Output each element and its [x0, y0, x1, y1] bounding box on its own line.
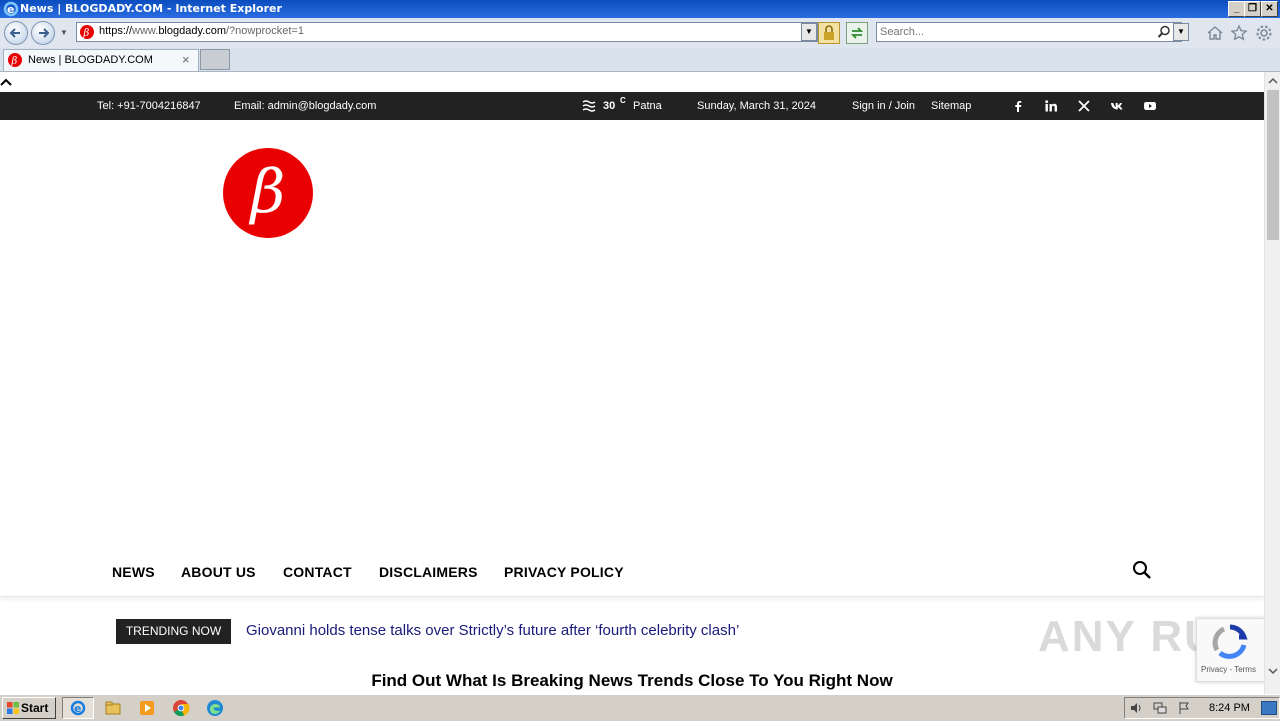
- start-button[interactable]: Start: [2, 697, 56, 719]
- tab-blogdady[interactable]: β News | BLOGDADY.COM ×: [3, 49, 199, 71]
- tab-title: News | BLOGDADY.COM: [28, 54, 153, 66]
- action-center-flag-icon[interactable]: [1177, 701, 1191, 715]
- weather-temperature: 30: [603, 100, 616, 112]
- close-button[interactable]: ✕: [1261, 1, 1278, 17]
- facebook-icon[interactable]: [1011, 99, 1025, 113]
- vk-icon[interactable]: [1110, 99, 1124, 113]
- youtube-icon[interactable]: [1143, 99, 1157, 113]
- new-tab-button[interactable]: [200, 49, 230, 70]
- current-date: Sunday, March 31, 2024: [697, 100, 817, 112]
- menu-contact[interactable]: CONTACT: [283, 564, 352, 580]
- url-path: /?nowprocket=1: [225, 25, 304, 37]
- vertical-scrollbar[interactable]: [1264, 72, 1280, 694]
- address-bar[interactable]: β https://www.blogdady.com/?nowprocket=1…: [76, 22, 818, 42]
- tab-strip: β News | BLOGDADY.COM ×: [0, 48, 1280, 72]
- linkedin-icon[interactable]: [1044, 99, 1058, 113]
- contact-email: Email: admin@blogdady.com: [234, 100, 377, 112]
- trending-now-label: TRENDING NOW: [116, 619, 231, 644]
- windows-logo-icon: [7, 702, 19, 714]
- history-dropdown-icon[interactable]: ▼: [60, 28, 68, 37]
- network-icon[interactable]: [1153, 701, 1167, 715]
- site-topbar: Tel: +91-7004216847 Email: admin@blogdad…: [0, 92, 1264, 120]
- trending-headline-link[interactable]: Giovanni holds tense talks over Strictly…: [246, 622, 739, 639]
- main-menu: NEWS ABOUT US CONTACT DISCLAIMERS PRIVAC…: [0, 550, 1264, 597]
- refresh-button[interactable]: [846, 22, 868, 44]
- x-twitter-icon[interactable]: [1077, 99, 1091, 113]
- site-search-icon[interactable]: [1132, 560, 1152, 580]
- forward-button[interactable]: [31, 21, 55, 45]
- menu-privacy-policy[interactable]: PRIVACY POLICY: [504, 564, 624, 580]
- search-provider-dropdown[interactable]: ▼: [1173, 23, 1189, 41]
- svg-text:β: β: [11, 56, 18, 67]
- taskbar-clock[interactable]: 8:24 PM: [1209, 702, 1250, 714]
- window-titlebar[interactable]: e News | BLOGDADY.COM - Internet Explore…: [0, 0, 1280, 18]
- system-tray: 8:24 PM: [1124, 697, 1280, 719]
- site-favicon: β: [80, 25, 94, 39]
- taskbar-ie-active[interactable]: e: [62, 697, 94, 719]
- web-page: Tel: +91-7004216847 Email: admin@blogdad…: [0, 72, 1264, 694]
- address-dropdown-button[interactable]: ▼: [801, 23, 817, 41]
- volume-icon[interactable]: [1129, 701, 1143, 715]
- tab-favicon: β: [8, 53, 22, 67]
- scroll-down-arrow-icon[interactable]: [1268, 666, 1278, 676]
- browser-search-input[interactable]: [880, 24, 1150, 39]
- restore-button[interactable]: ❐: [1244, 1, 1261, 17]
- media-player-icon[interactable]: [138, 699, 156, 717]
- logo-letter: β: [250, 157, 286, 227]
- internet-explorer-icon: e: [70, 700, 86, 716]
- start-label: Start: [21, 701, 49, 715]
- site-logo[interactable]: β: [223, 148, 313, 238]
- search-icon[interactable]: [1157, 25, 1171, 39]
- scrollbar-thumb[interactable]: [1267, 90, 1279, 240]
- url-host: blogdady.com: [158, 25, 226, 37]
- recaptcha-icon: [1212, 624, 1248, 659]
- contact-phone: Tel: +91-7004216847: [97, 100, 201, 112]
- lock-icon: [824, 25, 834, 40]
- settings-gear-icon[interactable]: [1255, 24, 1273, 42]
- page-headline: Find Out What Is Breaking News Trends Cl…: [371, 671, 893, 690]
- windows-taskbar: Start e 8:24 PM: [0, 694, 1280, 721]
- sitemap-link[interactable]: Sitemap: [931, 100, 971, 112]
- back-arrow-icon: [9, 28, 20, 38]
- chevron-up-icon[interactable]: [0, 76, 12, 88]
- menu-about-us[interactable]: ABOUT US: [181, 564, 256, 580]
- home-icon[interactable]: [1206, 24, 1224, 42]
- signin-link[interactable]: Sign in / Join: [852, 100, 915, 112]
- back-button[interactable]: [4, 21, 28, 45]
- window-title: News | BLOGDADY.COM - Internet Explorer: [20, 2, 282, 15]
- weather-haze-icon: [582, 100, 596, 112]
- weather-city: Patna: [633, 100, 662, 112]
- show-desktop-icon[interactable]: [1261, 701, 1277, 715]
- edge-icon[interactable]: [206, 699, 224, 717]
- weather-unit: C: [620, 96, 626, 105]
- tab-close-icon[interactable]: ×: [182, 52, 190, 67]
- favorites-star-icon[interactable]: [1230, 24, 1248, 42]
- browser-search-box[interactable]: ▼: [876, 22, 1189, 42]
- navigation-bar: ▼ β https://www.blogdady.com/?nowprocket…: [0, 18, 1280, 49]
- refresh-icon: [850, 27, 864, 39]
- chrome-icon[interactable]: [172, 699, 190, 717]
- svg-text:e: e: [7, 3, 14, 16]
- security-lock-button[interactable]: [818, 22, 840, 44]
- svg-text:e: e: [74, 702, 81, 715]
- svg-text:β: β: [83, 28, 90, 39]
- forward-arrow-icon: [39, 28, 50, 38]
- url-scheme: https://: [99, 25, 133, 37]
- menu-disclaimers[interactable]: DISCLAIMERS: [379, 564, 478, 580]
- file-explorer-icon[interactable]: [104, 699, 122, 717]
- menu-news[interactable]: NEWS: [112, 564, 155, 580]
- url-host-prefix: www.: [132, 25, 159, 37]
- internet-explorer-icon: e: [3, 1, 19, 17]
- url-text: https://www.blogdady.com/?nowprocket=1: [99, 25, 304, 37]
- minimize-button[interactable]: _: [1228, 1, 1245, 17]
- scroll-up-arrow-icon[interactable]: [1268, 76, 1278, 86]
